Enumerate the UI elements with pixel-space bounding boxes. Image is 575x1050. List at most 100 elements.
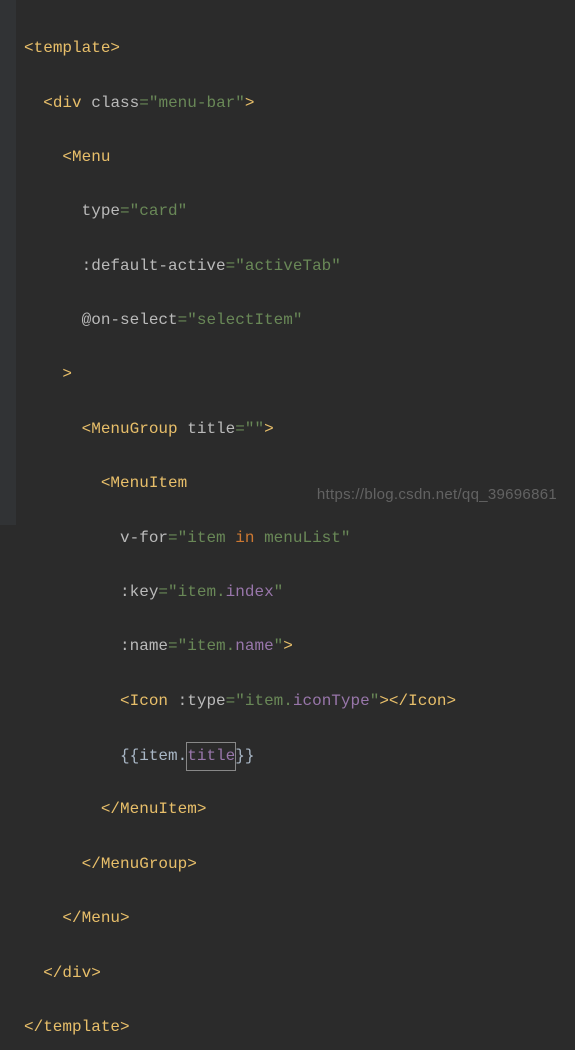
ident-item: item	[139, 747, 177, 765]
tag-div: div	[53, 94, 82, 112]
indent	[24, 583, 120, 601]
ident-item: item	[178, 583, 216, 601]
ident-item: item	[245, 692, 283, 710]
attr-key: :key	[120, 583, 158, 601]
quote: "	[331, 257, 341, 275]
code-line: <MenuGroup title="">	[24, 416, 575, 443]
angle-open: <	[24, 39, 34, 57]
code-line: :name="item.name">	[24, 633, 575, 660]
angle-open-slash: </	[82, 855, 101, 873]
quote: "	[274, 583, 284, 601]
dot: .	[226, 637, 236, 655]
angle-close: >	[91, 964, 101, 982]
equals: =	[158, 583, 168, 601]
angle-close: >	[110, 39, 120, 57]
tag-menuitem: MenuItem	[120, 800, 197, 818]
editor-gutter	[0, 0, 16, 525]
quote: "	[341, 529, 351, 547]
code-line: :key="item.index"	[24, 579, 575, 606]
angle-close: >	[245, 94, 255, 112]
attr-on-select: @on-select	[82, 311, 178, 329]
quote: "	[293, 311, 303, 329]
code-editor[interactable]: <template> <div class="menu-bar"> <Menu …	[0, 0, 575, 1050]
angle-open: <	[82, 420, 92, 438]
angle-close: >	[379, 692, 389, 710]
code-line: @on-select="selectItem"	[24, 307, 575, 334]
indent	[24, 692, 120, 710]
indent	[24, 637, 120, 655]
value: item	[187, 529, 235, 547]
quote: "	[274, 637, 284, 655]
angle-open: <	[120, 692, 130, 710]
code-line: {{item.title}}	[24, 742, 575, 769]
value: card	[139, 202, 177, 220]
code-line: </template>	[24, 1014, 575, 1041]
equals: =	[120, 202, 130, 220]
attr-type: type	[82, 202, 120, 220]
code-line: </MenuItem>	[24, 796, 575, 823]
angle-close: >	[264, 420, 274, 438]
angle-open-slash: </	[389, 692, 408, 710]
value: menu-bar	[158, 94, 235, 112]
prop-icontype: iconType	[293, 692, 370, 710]
angle-open-slash: </	[24, 1018, 43, 1036]
quote: "	[178, 637, 188, 655]
prop-title: title	[186, 742, 236, 771]
quote: "	[168, 583, 178, 601]
indent	[24, 529, 120, 547]
indent	[24, 747, 120, 765]
equals: =	[139, 94, 149, 112]
tag-icon: Icon	[408, 692, 446, 710]
attr-title: title	[187, 420, 235, 438]
tag-menugroup: MenuGroup	[101, 855, 187, 873]
attr-v-for: v-for	[120, 529, 168, 547]
indent	[24, 855, 82, 873]
quote: "	[235, 692, 245, 710]
code-line: <Menu	[24, 144, 575, 171]
code-line: </Menu>	[24, 905, 575, 932]
ident-item: item	[187, 637, 225, 655]
attr-default-active: :default-active	[82, 257, 226, 275]
angle-open-slash: </	[62, 909, 81, 927]
code-line: <template>	[24, 35, 575, 62]
attr-type: :type	[178, 692, 226, 710]
code-line: v-for="item in menuList"	[24, 525, 575, 552]
quote: "	[235, 94, 245, 112]
value: menuList	[254, 529, 340, 547]
indent	[24, 800, 101, 818]
quote: "	[178, 202, 188, 220]
quote: "	[370, 692, 380, 710]
angle-open-slash: </	[101, 800, 120, 818]
tag-template: template	[34, 39, 111, 57]
quote: "	[235, 257, 245, 275]
angle-open: <	[43, 94, 53, 112]
value: activeTab	[245, 257, 331, 275]
space	[168, 692, 178, 710]
code-line: >	[24, 361, 575, 388]
tag-menu: Menu	[82, 909, 120, 927]
dot: .	[283, 692, 293, 710]
code-line: :default-active="activeTab"	[24, 253, 575, 280]
indent	[24, 202, 82, 220]
angle-close: >	[447, 692, 457, 710]
prop-name: name	[235, 637, 273, 655]
indent	[24, 148, 62, 166]
indent	[24, 257, 82, 275]
equals: =	[235, 420, 245, 438]
equals: =	[168, 637, 178, 655]
indent	[24, 365, 62, 383]
prop-index: index	[226, 583, 274, 601]
angle-open: <	[101, 474, 111, 492]
equals: =	[168, 529, 178, 547]
quote: "	[187, 311, 197, 329]
code-line: </div>	[24, 960, 575, 987]
indent	[24, 420, 82, 438]
quote: "	[178, 529, 188, 547]
tag-menu: Menu	[72, 148, 110, 166]
code-line: type="card"	[24, 198, 575, 225]
value: selectItem	[197, 311, 293, 329]
code-line: <Icon :type="item.iconType"></Icon>	[24, 688, 575, 715]
mustache-open: {{	[120, 747, 139, 765]
indent	[24, 964, 43, 982]
attr-class: class	[91, 94, 139, 112]
